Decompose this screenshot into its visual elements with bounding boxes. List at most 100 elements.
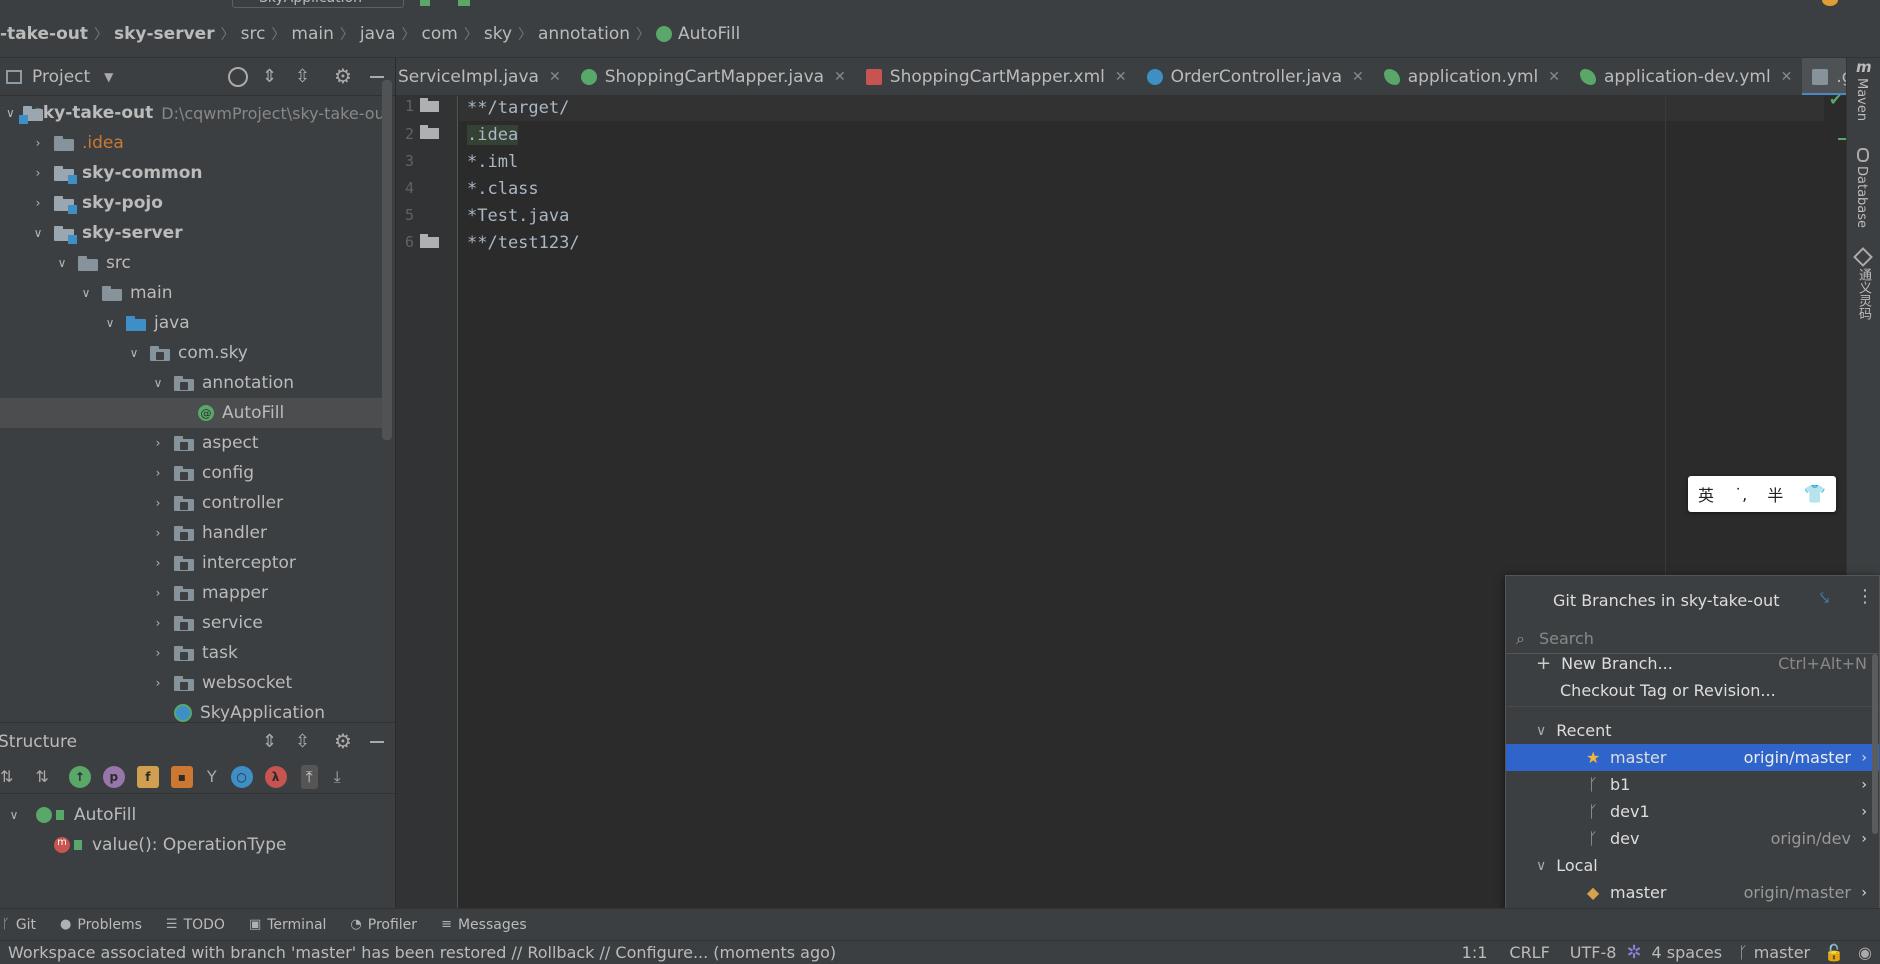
tree-item-autofill[interactable]: @ AutoFill xyxy=(0,398,391,428)
chevron-right-icon[interactable]: › xyxy=(1861,885,1867,901)
breadcrumb-item[interactable]: -take-out xyxy=(0,24,88,44)
tab-ordercontroller[interactable]: OrderController.java ✕ xyxy=(1137,58,1374,95)
fields-icon[interactable]: f xyxy=(136,765,159,788)
project-panel-title[interactable]: Project xyxy=(32,67,90,87)
collapse-all-icon[interactable]: ⇳ xyxy=(295,731,310,752)
ime-skin-icon[interactable]: 👕 xyxy=(1804,484,1826,505)
tree-item-src[interactable]: ∨ src xyxy=(0,248,391,278)
tongyi-tool-button[interactable]: 通义灵码 xyxy=(1854,268,1873,320)
indent-setting[interactable]: 4 spaces xyxy=(1652,943,1723,962)
ai-assistant-icon[interactable]: ✲ xyxy=(1626,942,1641,963)
chevron-right-icon[interactable]: › xyxy=(150,525,166,541)
chevron-right-icon[interactable]: › xyxy=(30,195,46,211)
tab-application-dev-yml[interactable]: application-dev.yml ✕ xyxy=(1570,58,1802,95)
structure-item-autofill[interactable]: ∨ AutoFill xyxy=(0,800,391,830)
lambda-icon[interactable]: λ xyxy=(264,765,287,788)
chevron-down-icon[interactable]: ∨ xyxy=(102,315,118,331)
maven-tool-button[interactable]: Maven xyxy=(1854,78,1869,121)
chevron-down-icon[interactable]: ∨ xyxy=(150,375,166,391)
minimize-icon[interactable] xyxy=(370,76,384,78)
chevron-right-icon[interactable]: › xyxy=(1861,804,1867,820)
branch-item-local-master[interactable]: ◆ master origin/master › xyxy=(1506,879,1879,906)
properties-icon[interactable]: p xyxy=(102,765,125,788)
tree-item-sky-server[interactable]: ∨ sky-server xyxy=(0,218,391,248)
chevron-right-icon[interactable]: › xyxy=(150,585,166,601)
branch-item-master[interactable]: ★ master origin/master › xyxy=(1506,744,1879,771)
chevron-right-icon[interactable]: › xyxy=(150,435,166,451)
fetch-icon[interactable]: ⤥ xyxy=(1820,588,1829,608)
more-options-icon[interactable]: ⋮ xyxy=(1856,586,1874,607)
chevron-down-icon[interactable]: ∨ xyxy=(1536,723,1546,739)
sort-visibility-icon[interactable]: ⇅ xyxy=(0,767,13,786)
inherited-icon[interactable]: ↑ xyxy=(68,765,91,788)
line-separator[interactable]: CRLF xyxy=(1509,943,1549,962)
chevron-down-icon[interactable]: ∨ xyxy=(6,105,15,121)
breadcrumb-item[interactable]: sky-server xyxy=(114,24,215,44)
git-tool-button[interactable]: ᚴ Git xyxy=(2,917,36,933)
tree-item-idea[interactable]: › .idea xyxy=(0,128,391,158)
chevron-right-icon[interactable]: › xyxy=(150,555,166,571)
debug-icon[interactable] xyxy=(458,0,470,6)
search-input[interactable]: Search xyxy=(1539,629,1594,648)
checkout-tag-action[interactable]: Checkout Tag or Revision... xyxy=(1506,677,1879,704)
tree-item-mapper[interactable]: › mapper xyxy=(0,578,391,608)
tree-root[interactable]: ∨ sky-take-out D:\cqwmProject\sky-take-o… xyxy=(0,98,391,128)
chevron-right-icon[interactable]: › xyxy=(1861,831,1867,847)
expand-all-icon[interactable]: ⇕ xyxy=(262,66,277,87)
gear-icon[interactable]: ⚙ xyxy=(334,729,352,753)
lock-icon[interactable]: 🔓 xyxy=(1824,943,1844,962)
tree-item-skyapplication[interactable]: SkyApplication xyxy=(0,698,391,722)
tree-item-controller[interactable]: › controller xyxy=(0,488,391,518)
breadcrumb-item[interactable]: sky xyxy=(484,24,512,44)
autoscroll-to-source-icon[interactable]: ⤒ xyxy=(300,764,318,789)
tree-item-sky-common[interactable]: › sky-common xyxy=(0,158,391,188)
chevron-right-icon[interactable]: › xyxy=(150,495,166,511)
chevron-down-icon[interactable]: ∨ xyxy=(30,225,46,241)
sort-alpha-icon[interactable]: ⇅ xyxy=(35,767,48,786)
chevron-down-icon[interactable]: ∨ xyxy=(78,285,94,301)
chevron-down-icon[interactable]: ∨ xyxy=(6,807,22,823)
status-message[interactable]: Workspace associated with branch 'master… xyxy=(8,943,1462,962)
tree-item-sky-pojo[interactable]: › sky-pojo xyxy=(0,188,391,218)
close-icon[interactable]: ✕ xyxy=(834,69,846,85)
minimize-icon[interactable] xyxy=(370,741,384,743)
collapse-all-icon[interactable]: ⇳ xyxy=(295,66,310,87)
chevron-right-icon[interactable]: › xyxy=(30,135,46,151)
tree-item-task[interactable]: › task xyxy=(0,638,391,668)
tree-item-handler[interactable]: › handler xyxy=(0,518,391,548)
branch-item-dev[interactable]: ᚴ dev origin/dev › xyxy=(1506,825,1879,852)
tab-application-yml[interactable]: application.yml ✕ xyxy=(1374,58,1570,95)
messages-tool-button[interactable]: ≡ Messages xyxy=(441,917,527,933)
ime-toolbar[interactable]: 英 ˙, 半 👕 xyxy=(1688,476,1836,512)
chevron-right-icon[interactable]: › xyxy=(150,465,166,481)
expand-all-icon[interactable]: ⇕ xyxy=(262,731,277,752)
breadcrumb-item[interactable]: AutoFill xyxy=(678,24,740,44)
recent-group[interactable]: ∨ Recent xyxy=(1506,717,1879,744)
ime-width-toggle[interactable]: 半 xyxy=(1767,482,1783,506)
fork-icon[interactable]: Y xyxy=(207,767,217,786)
gear-icon[interactable]: ⚙ xyxy=(334,64,352,88)
breadcrumb-item[interactable]: src xyxy=(241,24,266,44)
terminal-tool-button[interactable]: ▣ Terminal xyxy=(249,917,326,933)
close-icon[interactable]: ✕ xyxy=(549,69,561,85)
branch-item-b1[interactable]: ᚴ b1 › xyxy=(1506,771,1879,798)
ime-lang-toggle[interactable]: 英 xyxy=(1698,482,1714,506)
run-icon[interactable] xyxy=(420,0,430,6)
breadcrumb-item[interactable]: java xyxy=(360,24,396,44)
tree-item-service[interactable]: › service xyxy=(0,608,391,638)
tab-shoppingcartmapper-java[interactable]: ShoppingCartMapper.java ✕ xyxy=(571,58,856,95)
chevron-right-icon[interactable]: › xyxy=(150,615,166,631)
chevron-right-icon[interactable]: › xyxy=(150,645,166,661)
tree-item-annotation[interactable]: ∨ annotation xyxy=(0,368,391,398)
chevron-down-icon[interactable]: ▼ xyxy=(104,70,113,84)
branch-item-dev1[interactable]: ᚴ dev1 › xyxy=(1506,798,1879,825)
notifications-icon[interactable]: ◉ xyxy=(1858,943,1872,962)
chevron-right-icon[interactable]: › xyxy=(1861,750,1867,766)
chevron-down-icon[interactable]: ∨ xyxy=(126,345,142,361)
new-branch-action[interactable]: + New Branch... Ctrl+Alt+N xyxy=(1506,650,1879,677)
close-icon[interactable]: ✕ xyxy=(1352,69,1364,85)
tree-item-config[interactable]: › config xyxy=(0,458,391,488)
breadcrumb-item[interactable]: annotation xyxy=(538,24,630,44)
structure-item-value[interactable]: m value(): OperationType xyxy=(0,830,391,860)
local-group[interactable]: ∨ Local xyxy=(1506,852,1879,879)
